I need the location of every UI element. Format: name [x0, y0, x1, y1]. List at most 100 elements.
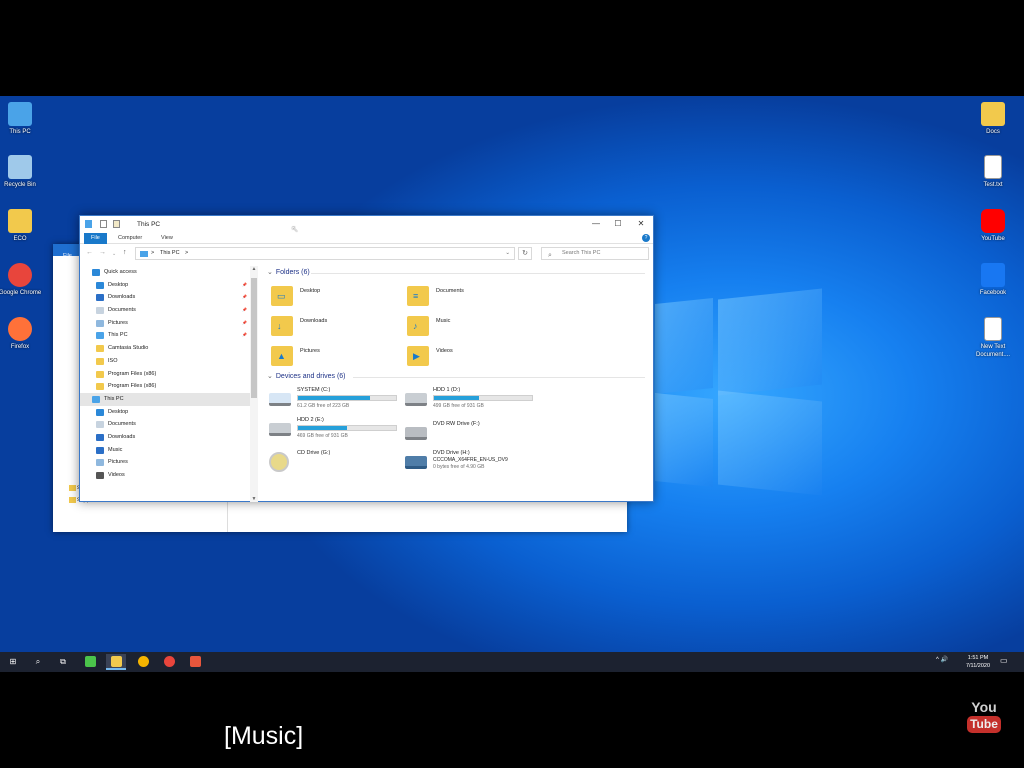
folder-downloads[interactable]: ↓ Downloads — [271, 314, 401, 340]
up-arrow-icon[interactable]: ↑ — [123, 249, 127, 256]
chrome-taskbar-icon[interactable] — [159, 654, 179, 670]
desktop-icon-new-text-document[interactable]: New Text Document.... — [971, 317, 1015, 359]
norton-taskbar-icon[interactable] — [133, 654, 153, 670]
cd-drive-icon — [269, 452, 289, 472]
maximize-button[interactable]: ☐ — [607, 218, 629, 230]
nav-item[interactable]: Pictures — [80, 456, 250, 469]
drive-hdd2-e[interactable]: HDD 2 (E:) 469 GB free of 931 GB — [269, 417, 405, 449]
nav-item-label: This PC — [108, 332, 128, 339]
desktop-icon-docs[interactable]: Docs — [971, 102, 1015, 136]
nav-item[interactable]: Quick access — [80, 266, 250, 279]
folder-documents[interactable]: ≡ Documents — [407, 284, 537, 310]
drive-cd-g[interactable]: CD Drive (G:) — [269, 450, 405, 482]
scroll-down-icon[interactable]: ▼ — [250, 496, 258, 502]
pin-icon: 📌 — [242, 281, 247, 287]
tab-computer[interactable]: Computer — [111, 233, 149, 244]
folder-icon — [96, 345, 104, 353]
clock[interactable]: 1:51 PM 7/11/2020 — [958, 654, 998, 670]
refresh-button[interactable]: ↻ — [518, 247, 532, 260]
minimize-button[interactable]: — — [585, 218, 607, 230]
devices-group-header[interactable]: ⌄ Devices and drives (6) — [267, 372, 346, 380]
text-file-icon — [984, 155, 1002, 179]
nav-item[interactable]: Videos — [80, 469, 250, 482]
title-bar[interactable]: This PC — ☐ ✕ — [80, 216, 653, 233]
address-bar[interactable]: > This PC > ⌄ — [135, 247, 515, 260]
nav-item[interactable]: Documents — [80, 418, 250, 431]
close-button[interactable]: ✕ — [630, 218, 652, 230]
navigation-pane: Quick access Desktop 📌 Downloads 📌 Documents 📌… — [80, 266, 250, 502]
help-button[interactable]: ? — [642, 234, 650, 242]
camtasia-taskbar-icon[interactable] — [80, 654, 100, 670]
drive-system-c[interactable]: SYSTEM (C:) 61.2 GB free of 223 GB — [269, 387, 405, 419]
nav-item[interactable]: Music — [80, 444, 250, 457]
nav-item[interactable]: Program Files (x86) — [80, 368, 250, 381]
nav-item-label: Downloads — [108, 433, 136, 440]
windows-logo-pane — [655, 392, 713, 488]
system-tray[interactable]: ^ 🔊 — [936, 656, 948, 663]
nav-item[interactable]: Desktop — [80, 406, 250, 419]
folder-videos[interactable]: ▶ Videos — [407, 344, 537, 370]
folder-pictures[interactable]: ▲ Pictures — [271, 344, 401, 370]
folders-group-header[interactable]: ⌄ Folders (6) — [267, 268, 310, 276]
folder-desktop[interactable]: ▭ Desktop — [271, 284, 401, 310]
quick-access-properties-icon[interactable] — [100, 220, 107, 228]
navigation-scrollbar[interactable]: ▲ ▼ — [250, 266, 258, 502]
drive-hdd1-d[interactable]: HDD 1 (D:) 499 GB free of 931 GB — [405, 387, 541, 419]
scroll-up-icon[interactable]: ▲ — [250, 266, 258, 272]
desktop-icon-youtube[interactable]: YouTube — [971, 209, 1015, 243]
scrollbar-thumb[interactable] — [251, 278, 257, 398]
search-box[interactable]: ⌕ Search This PC — [541, 247, 649, 260]
forward-arrow-icon[interactable]: → — [99, 249, 106, 256]
nav-item[interactable]: Program Files (x86) — [80, 380, 250, 393]
start-button[interactable]: ⊞ — [3, 654, 23, 670]
desktop-icon-google-chrome[interactable]: Google Chrome — [0, 263, 42, 297]
tab-file[interactable]: File — [84, 233, 107, 244]
drive-usage-bar — [297, 395, 397, 401]
nav-item-label: Documents — [108, 307, 136, 314]
this-pc-icon — [96, 332, 104, 340]
collapse-chevron-icon: ⌄ — [267, 269, 273, 276]
breadcrumb-this-pc[interactable]: This PC — [160, 248, 180, 259]
desktop-icon-eco[interactable]: ECO — [0, 209, 42, 243]
documents-icon — [96, 421, 104, 429]
desktop-icon-firefox[interactable]: Firefox — [0, 317, 42, 351]
task-view-button[interactable]: ⧉ — [53, 654, 73, 670]
tab-view[interactable]: View — [154, 233, 180, 244]
nav-item[interactable]: Downloads 📌 — [80, 291, 250, 304]
nav-item[interactable]: ISO — [80, 355, 250, 368]
quick-access-new-folder-icon[interactable] — [113, 220, 120, 228]
documents-folder-icon: ≡ — [407, 286, 429, 306]
nav-item[interactable]: Downloads — [80, 431, 250, 444]
search-icon: ⌕ — [548, 252, 552, 259]
facebook-icon — [981, 263, 1005, 287]
desktop-icon — [96, 281, 104, 289]
nav-item[interactable]: This PC 📌 — [80, 329, 250, 342]
window-title: This PC — [137, 221, 161, 228]
nav-item[interactable]: Pictures 📌 — [80, 317, 250, 330]
mouse-cursor: ↖ — [291, 224, 299, 234]
nav-item[interactable]: Camtasia Studio — [80, 342, 250, 355]
taskbar: ⊞ ⌕ ⧉ ^ 🔊 1:51 PM 7/11/2020 ▭ — [0, 652, 1024, 672]
desktop-icon-this-pc[interactable]: This PC — [0, 102, 42, 136]
file-explorer-window[interactable]: This PC — ☐ ✕ File Computer View ? ← → ⌄… — [79, 215, 654, 502]
nav-item[interactable]: This PC — [80, 392, 250, 406]
address-dropdown-icon[interactable]: ⌄ — [505, 248, 510, 259]
desktop-icon-test-txt[interactable]: Test.txt — [971, 155, 1015, 189]
nav-item[interactable]: Documents 📌 — [80, 304, 250, 317]
desktop-folder-icon: ▭ — [271, 286, 293, 306]
user-folder-icon — [8, 209, 32, 233]
text-file-icon — [984, 317, 1002, 341]
camtasia-recorder-taskbar-icon[interactable] — [185, 654, 205, 670]
desktop-icon-recycle-bin[interactable]: Recycle Bin — [0, 155, 42, 189]
drive-dvd-rw-f[interactable]: DVD RW Drive (F:) — [405, 421, 541, 453]
search-button[interactable]: ⌕ — [28, 654, 48, 670]
recent-locations-chevron-icon[interactable]: ⌄ — [112, 251, 116, 257]
desktop-icon-facebook[interactable]: Facebook — [971, 263, 1015, 297]
drive-dvd-h[interactable]: DVD Drive (H:) CCCOMA_X64FRE_EN-US_DV9 0… — [405, 450, 541, 482]
nav-item[interactable]: Desktop 📌 — [80, 279, 250, 292]
notifications-icon[interactable]: ▭ — [1000, 656, 1008, 665]
file-explorer-taskbar-icon[interactable] — [106, 654, 126, 670]
folder-music[interactable]: ♪ Music — [407, 314, 537, 340]
back-arrow-icon[interactable]: ← — [86, 249, 93, 256]
collapse-chevron-icon: ⌄ — [267, 373, 273, 380]
